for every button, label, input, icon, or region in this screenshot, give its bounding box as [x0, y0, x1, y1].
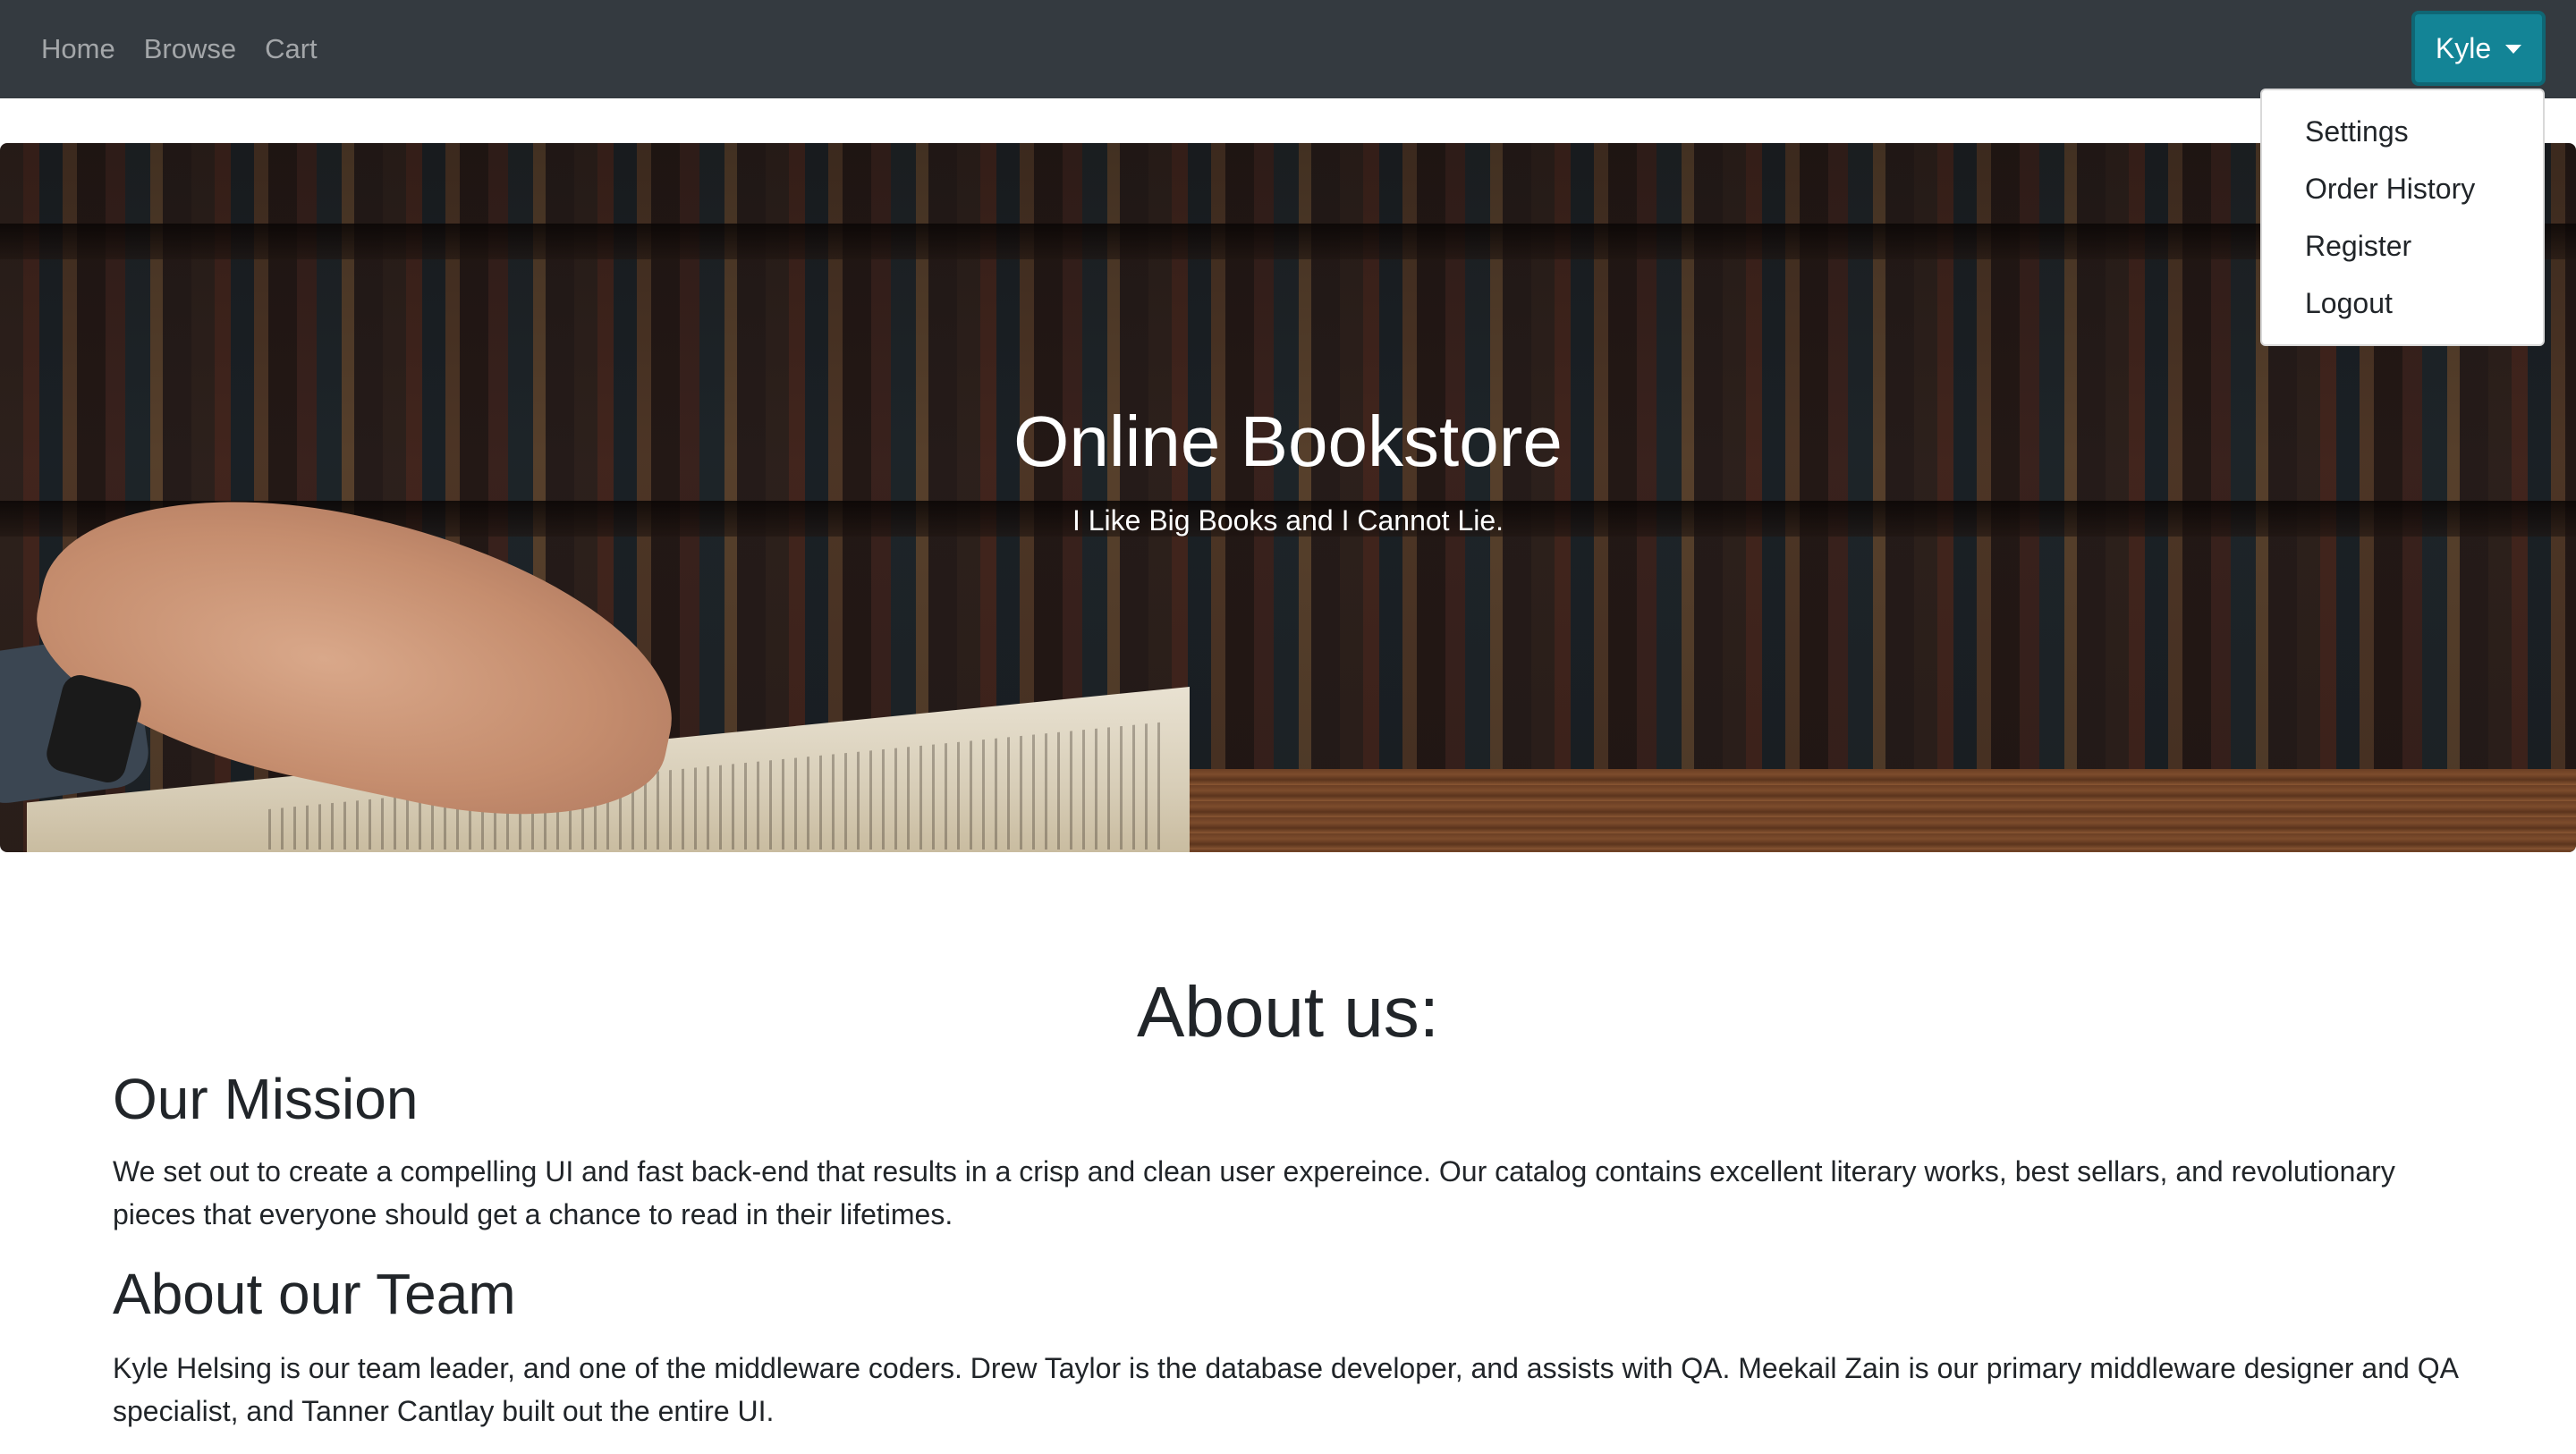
chevron-down-icon [2505, 45, 2522, 54]
user-menu-button[interactable]: Kyle [2411, 11, 2546, 86]
menu-item-logout[interactable]: Logout [2262, 275, 2543, 332]
menu-item-settings[interactable]: Settings [2262, 103, 2543, 160]
team-text: Kyle Helsing is our team leader, and one… [113, 1352, 2458, 1427]
nav-link-home[interactable]: Home [41, 33, 115, 65]
nav-link-browse[interactable]: Browse [144, 33, 236, 65]
about-heading: About us: [1136, 972, 1439, 1052]
nav-link-cart[interactable]: Cart [265, 33, 318, 65]
top-navbar: Home Browse Cart Kyle [0, 0, 2576, 98]
mission-heading: Our Mission [113, 1067, 419, 1131]
user-menu-label: Kyle [2435, 31, 2492, 64]
bookshelf-shelf [0, 224, 2576, 259]
hero-banner: Online Bookstore I Like Big Books and I … [0, 143, 2576, 852]
hero-title: Online Bookstore [1013, 402, 1563, 481]
mission-text: We set out to create a compelling UI and… [113, 1155, 2395, 1230]
menu-item-register[interactable]: Register [2262, 217, 2543, 275]
team-heading: About our Team [113, 1262, 516, 1326]
wooden-table-image [1181, 769, 2576, 852]
menu-item-order-history[interactable]: Order History [2262, 160, 2543, 217]
user-dropdown-menu: Settings Order History Register Logout [2260, 89, 2545, 346]
nav-links: Home Browse Cart [41, 0, 318, 98]
hero-subtitle: I Like Big Books and I Cannot Lie. [1072, 504, 1504, 537]
